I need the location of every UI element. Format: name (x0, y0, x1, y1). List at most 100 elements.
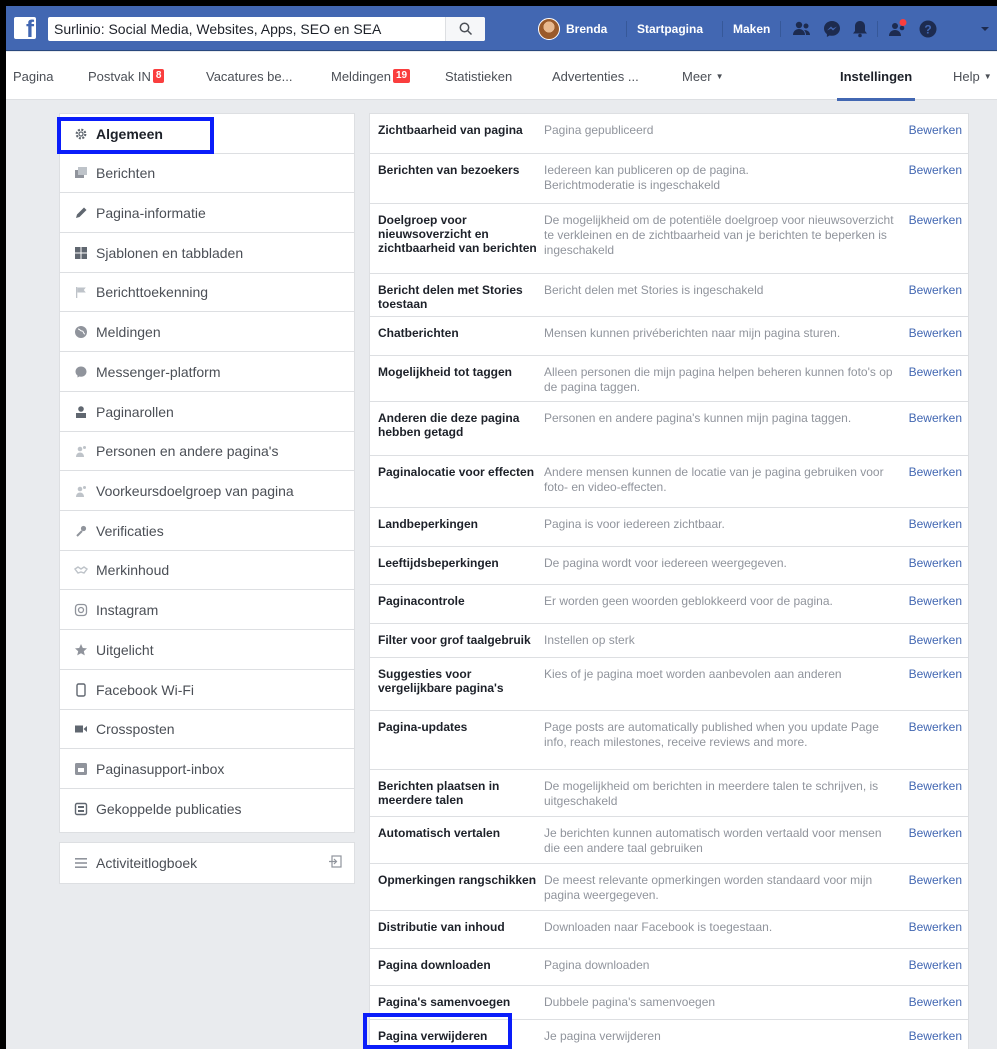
edit-link[interactable]: Bewerken (909, 995, 962, 1009)
person-icon (74, 405, 88, 419)
edit-link[interactable]: Bewerken (909, 873, 962, 887)
edit-link[interactable]: Bewerken (909, 465, 962, 479)
sidebar-item-voorkeursdoelgroep-van-pagina[interactable]: Voorkeursdoelgroep van pagina (60, 471, 354, 511)
edit-link[interactable]: Bewerken (909, 826, 962, 840)
tab-label: Pagina (13, 68, 54, 84)
messenger-icon (74, 365, 88, 379)
sidebar-item-instagram[interactable]: Instagram (60, 590, 354, 630)
setting-description: Instellen op sterk (544, 633, 635, 647)
sidebar-item-personen-en-andere-pagina-s[interactable]: Personen en andere pagina's (60, 432, 354, 471)
open-link-icon[interactable] (329, 855, 342, 871)
sidebar-item-label: Facebook Wi-Fi (96, 681, 195, 698)
setting-row-anderen-die-deze-pagina-hebben-getagd[interactable]: Anderen die deze pagina hebben getagd Per… (370, 402, 968, 456)
setting-row-paginalocatie-voor-effecten[interactable]: Paginalocatie voor effecten Andere mensen… (370, 456, 968, 508)
edit-link[interactable]: Bewerken (909, 779, 962, 793)
setting-label: Distributie van inhoud (378, 920, 505, 934)
edit-link[interactable]: Bewerken (909, 958, 962, 972)
edit-link[interactable]: Bewerken (909, 720, 962, 734)
tab-meer[interactable]: Meer ▼ (682, 52, 724, 100)
tab-pagina[interactable]: Pagina (13, 52, 53, 100)
edit-link[interactable]: Bewerken (909, 123, 962, 137)
sidebar-item-verificaties[interactable]: Verificaties (60, 511, 354, 551)
edit-link[interactable]: Bewerken (909, 163, 962, 177)
friend-requests-icon[interactable] (792, 19, 812, 39)
sidebar-item-label: Sjablonen en tabbladen (96, 244, 244, 261)
help-question-icon[interactable]: ? (918, 19, 938, 39)
setting-row-zichtbaarheid-van-pagina[interactable]: Zichtbaarheid van pagina Pagina gepublice… (370, 114, 968, 154)
notifications-bell-icon[interactable] (850, 19, 870, 39)
sidebar-item-sjablonen-en-tabbladen[interactable]: Sjablonen en tabbladen (60, 233, 354, 273)
sidebar-item-gekoppelde-publicaties[interactable]: Gekoppelde publicaties (60, 789, 354, 829)
setting-row-automatisch-vertalen[interactable]: Automatisch vertalen Je berichten kunnen … (370, 817, 968, 864)
chevron-down-icon: ▼ (983, 71, 992, 81)
edit-link[interactable]: Bewerken (909, 411, 962, 425)
setting-row-berichten-plaatsen-in-meerdere-talen[interactable]: Berichten plaatsen in meerdere talen De m… (370, 770, 968, 817)
setting-row-berichten-van-bezoekers[interactable]: Berichten van bezoekers Iedereen kan publ… (370, 154, 968, 204)
activity-log-link[interactable]: Activiteitlogboek (59, 842, 355, 884)
divider (780, 21, 781, 37)
sidebar-item-merkinhoud[interactable]: Merkinhoud (60, 551, 354, 590)
setting-row-mogelijkheid-tot-taggen[interactable]: Mogelijkheid tot taggen Alleen personen d… (370, 356, 968, 402)
edit-link[interactable]: Bewerken (909, 517, 962, 531)
sidebar-item-pagina-informatie[interactable]: Pagina-informatie (60, 193, 354, 233)
avatar (538, 17, 560, 40)
setting-label: Pagina downloaden (378, 958, 491, 972)
edit-link[interactable]: Bewerken (909, 594, 962, 608)
setting-row-filter-voor-grof-taalgebruik[interactable]: Filter voor grof taalgebruik Instellen op… (370, 624, 968, 658)
edit-link[interactable]: Bewerken (909, 283, 962, 297)
sidebar-item-paginasupport-inbox[interactable]: Paginasupport-inbox (60, 749, 354, 789)
edit-link[interactable]: Bewerken (909, 920, 962, 934)
setting-row-distributie-van-inhoud[interactable]: Distributie van inhoud Downloaden naar Fa… (370, 911, 968, 949)
sidebar-item-crossposten[interactable]: Crossposten (60, 710, 354, 749)
setting-row-bericht-delen-met-stories-toestaan[interactable]: Bericht delen met Stories toestaan Berich… (370, 274, 968, 317)
tab-statistieken[interactable]: Statistieken (445, 52, 512, 100)
facebook-logo-icon[interactable]: f (14, 17, 36, 39)
setting-row-leeftijdsbeperkingen[interactable]: Leeftijdsbeperkingen De pagina wordt voor… (370, 547, 968, 585)
tab-vacatures[interactable]: Vacatures be... (206, 52, 292, 100)
profile-link[interactable]: Brenda (538, 6, 607, 51)
tab-advertenties[interactable]: Advertenties ... (552, 52, 639, 100)
sidebar-item-meldingen[interactable]: Meldingen (60, 312, 354, 352)
quick-help-people-icon[interactable] (888, 19, 908, 39)
star-icon (74, 643, 88, 657)
setting-label: Pagina-updates (378, 720, 468, 734)
edit-link[interactable]: Bewerken (909, 556, 962, 570)
setting-row-chatberichten[interactable]: Chatberichten Mensen kunnen privéberichte… (370, 317, 968, 356)
edit-link[interactable]: Bewerken (909, 326, 962, 340)
sidebar-item-paginarollen[interactable]: Paginarollen (60, 392, 354, 432)
phone-icon (74, 682, 88, 697)
setting-row-doelgroep-voor-nieuwsoverzicht-en-zichtbaarheid-van-berichten[interactable]: Doelgroep voor nieuwsoverzicht en zichtb… (370, 204, 968, 274)
settings-sidebar: Algemeen Berichten Pagina-informatie Sjablo… (59, 113, 355, 833)
search-bar[interactable]: Surlinio: Social Media, Websites, Apps, … (48, 17, 485, 41)
sidebar-item-messenger-platform[interactable]: Messenger-platform (60, 352, 354, 392)
sidebar-item-uitgelicht[interactable]: Uitgelicht (60, 630, 354, 670)
setting-row-suggesties-voor-vergelijkbare-pagina-s[interactable]: Suggesties voor vergelijkbare pagina's Ki… (370, 658, 968, 711)
edit-link[interactable]: Bewerken (909, 365, 962, 379)
search-input[interactable]: Surlinio: Social Media, Websites, Apps, … (48, 21, 445, 37)
edit-link[interactable]: Bewerken (909, 1029, 962, 1043)
sidebar-item-berichttoekenning[interactable]: Berichttoekenning (60, 273, 354, 312)
sidebar-item-label: Berichten (96, 165, 156, 181)
tab-instellingen[interactable]: Instellingen (836, 52, 916, 101)
tab-label: Meer (682, 68, 712, 84)
tab-meldingen[interactable]: Meldingen 19 (331, 52, 411, 100)
sidebar-item-berichten[interactable]: Berichten (60, 154, 354, 193)
sidebar-item-label: Messenger-platform (96, 363, 221, 380)
setting-row-opmerkingen-rangschikken[interactable]: Opmerkingen rangschikken De meest relevan… (370, 864, 968, 911)
search-button[interactable] (445, 17, 485, 41)
account-menu-arrow-icon[interactable] (978, 19, 992, 39)
home-link[interactable]: Startpagina (637, 6, 703, 51)
setting-row-pagina-downloaden[interactable]: Pagina downloaden Pagina downloaden Bewerk… (370, 949, 968, 986)
setting-row-pagina-updates[interactable]: Pagina-updates Page posts are automatical… (370, 711, 968, 770)
edit-link[interactable]: Bewerken (909, 667, 962, 681)
sidebar-item-facebook-wi-fi[interactable]: Facebook Wi-Fi (60, 670, 354, 710)
tab-postvak-in[interactable]: Postvak IN 8 (88, 52, 165, 100)
sidebar-item-label: Crossposten (96, 721, 175, 737)
setting-row-landbeperkingen[interactable]: Landbeperkingen Pagina is voor iedereen z… (370, 508, 968, 547)
edit-link[interactable]: Bewerken (909, 213, 962, 227)
edit-link[interactable]: Bewerken (909, 633, 962, 647)
tab-help[interactable]: Help ▼ (953, 52, 992, 100)
setting-row-paginacontrole[interactable]: Paginacontrole Er worden geen woorden geb… (370, 585, 968, 624)
create-link[interactable]: Maken (733, 6, 770, 51)
messenger-icon[interactable] (822, 19, 842, 39)
